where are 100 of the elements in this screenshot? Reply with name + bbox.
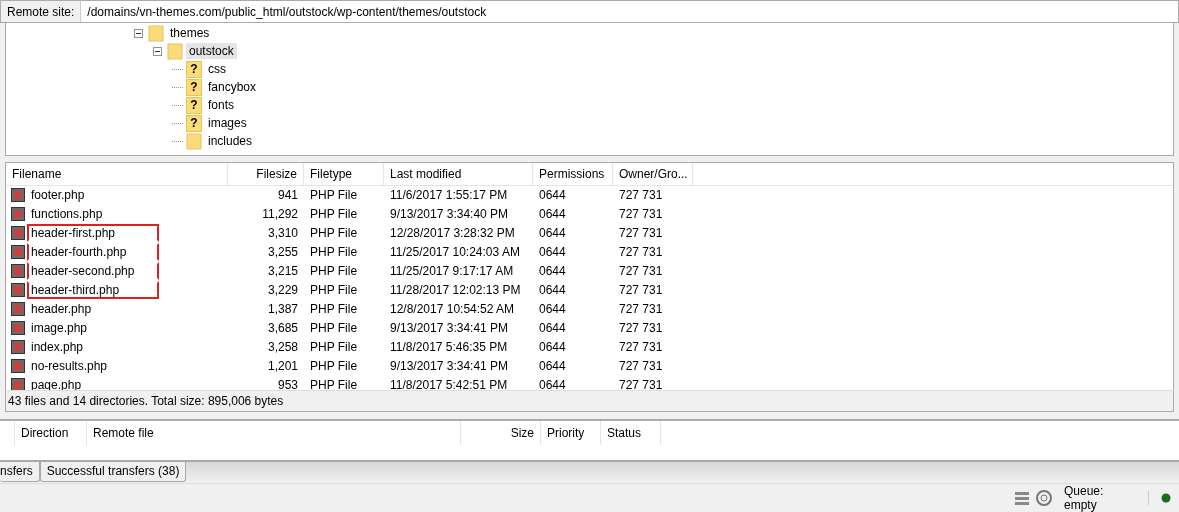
tree-item[interactable]: themes — [167, 25, 213, 42]
column-header[interactable]: Priority — [541, 420, 601, 445]
php-file-icon — [11, 207, 25, 222]
file-name[interactable]: image.php — [27, 319, 92, 338]
table-cell: 727 731 — [619, 359, 663, 374]
column-header[interactable]: Direction — [15, 420, 87, 445]
php-file-icon — [11, 359, 25, 374]
table-cell: 3,685 — [267, 321, 298, 336]
table-cell: 727 731 — [619, 302, 663, 317]
folder-icon — [167, 42, 183, 60]
php-file-icon — [11, 188, 25, 203]
table-cell: 3,255 — [267, 245, 298, 260]
php-file-icon — [11, 264, 25, 279]
table-cell: 3,310 — [267, 226, 298, 241]
file-name[interactable]: header-second.php — [27, 262, 159, 281]
table-cell: 727 731 — [619, 207, 663, 222]
column-header[interactable]: Owner/Gro... — [613, 162, 693, 185]
table-cell: 1,387 — [267, 302, 298, 317]
file-name[interactable]: functions.php — [27, 205, 107, 224]
tree-item[interactable]: fancybox — [205, 79, 260, 96]
file-name[interactable]: index.php — [27, 338, 88, 357]
table-cell: 11,292 — [262, 207, 298, 222]
column-header[interactable]: Last modified — [384, 162, 533, 185]
connection-led-icon — [1161, 493, 1171, 503]
table-cell: 0644 — [539, 188, 566, 203]
table-cell: PHP File — [310, 321, 358, 336]
file-name[interactable]: header-third.php — [27, 281, 159, 300]
collapse-icon[interactable] — [153, 46, 162, 56]
table-cell: 953 — [277, 378, 298, 391]
php-file-icon — [11, 302, 25, 317]
tree-item[interactable]: images — [205, 115, 250, 132]
table-cell: 0644 — [539, 378, 566, 391]
tab[interactable]: nsfers — [0, 461, 40, 482]
table-cell: 941 — [277, 188, 298, 203]
table-cell: 0644 — [539, 207, 566, 222]
table-cell: 11/25/2017 9:17:17 AM — [390, 264, 514, 279]
tree-item[interactable]: css — [205, 61, 229, 78]
table-cell: 0644 — [539, 359, 566, 374]
php-file-icon — [11, 340, 25, 355]
table-cell: PHP File — [310, 283, 358, 298]
table-cell: 11/28/2017 12:02:13 PM — [390, 283, 521, 298]
table-cell: PHP File — [310, 378, 358, 391]
table-cell: 0644 — [539, 245, 566, 260]
table-cell: 727 731 — [619, 283, 663, 298]
file-name[interactable]: header.php — [27, 300, 96, 319]
remote-path-field[interactable]: /domains/vn-themes.com/public_html/outstock/wp-content/themes/outstock — [81, 0, 1179, 24]
table-cell: 727 731 — [619, 245, 663, 260]
table-cell: PHP File — [310, 207, 358, 222]
php-file-icon — [11, 283, 25, 298]
php-file-icon — [11, 321, 25, 336]
php-file-icon — [11, 226, 25, 241]
collapse-icon[interactable] — [134, 28, 143, 38]
directory-summary: 43 files and 14 directories. Total size: 895,006 bytes — [8, 393, 284, 408]
unknown-folder-icon: ? — [186, 78, 202, 96]
table-cell: 1,201 — [267, 359, 298, 374]
unknown-folder-icon: ? — [186, 114, 202, 132]
table-cell: 9/13/2017 3:34:40 PM — [390, 207, 509, 222]
table-cell: 12/28/2017 3:28:32 PM — [390, 226, 515, 241]
column-header[interactable]: Status — [601, 420, 661, 445]
folder-icon — [148, 24, 164, 42]
table-cell: 3,229 — [267, 283, 298, 298]
file-name[interactable]: no-results.php — [27, 357, 112, 376]
table-cell: 11/8/2017 5:42:51 PM — [390, 378, 508, 391]
table-cell: 727 731 — [619, 321, 663, 336]
remote-site-label: Remote site: — [0, 0, 82, 24]
unknown-folder-icon: ? — [186, 96, 202, 114]
queue-status: Queue: empty — [1064, 484, 1105, 512]
tree-item[interactable]: fonts — [205, 97, 237, 114]
unknown-folder-icon: ? — [186, 60, 202, 78]
tree-item[interactable]: outstock — [186, 43, 237, 60]
column-header[interactable]: Filetype — [304, 162, 384, 185]
file-name[interactable]: header-first.php — [27, 224, 159, 243]
file-name[interactable]: footer.php — [27, 186, 89, 205]
php-file-icon — [11, 378, 25, 391]
column-header[interactable]: Permissions — [533, 162, 613, 185]
table-cell: PHP File — [310, 264, 358, 279]
table-cell: 0644 — [539, 264, 566, 279]
table-cell: PHP File — [310, 188, 358, 203]
table-cell: 0644 — [539, 283, 566, 298]
table-cell: 0644 — [539, 321, 566, 336]
table-cell: 0644 — [539, 302, 566, 317]
table-cell: PHP File — [310, 226, 358, 241]
tree-item[interactable]: includes — [205, 133, 256, 150]
table-cell: 11/6/2017 1:55:17 PM — [390, 188, 508, 203]
table-cell: 3,215 — [267, 264, 298, 279]
column-header[interactable]: Size — [461, 420, 541, 445]
table-cell: 727 731 — [619, 188, 663, 203]
table-cell: 727 731 — [619, 264, 663, 279]
table-cell: 0644 — [539, 226, 566, 241]
speed-limit-icon[interactable] — [1036, 490, 1052, 506]
column-header[interactable]: Filename — [6, 162, 228, 185]
table-cell: PHP File — [310, 302, 358, 317]
folder-icon — [186, 132, 202, 150]
column-header[interactable]: Remote file — [87, 420, 461, 445]
file-name[interactable]: header-fourth.php — [27, 243, 159, 262]
table-cell: 11/25/2017 10:24:03 AM — [390, 245, 520, 260]
column-header[interactable]: Filesize — [228, 162, 304, 185]
table-cell: 727 731 — [619, 226, 663, 241]
table-cell: 727 731 — [619, 340, 663, 355]
table-cell: 3,258 — [267, 340, 298, 355]
